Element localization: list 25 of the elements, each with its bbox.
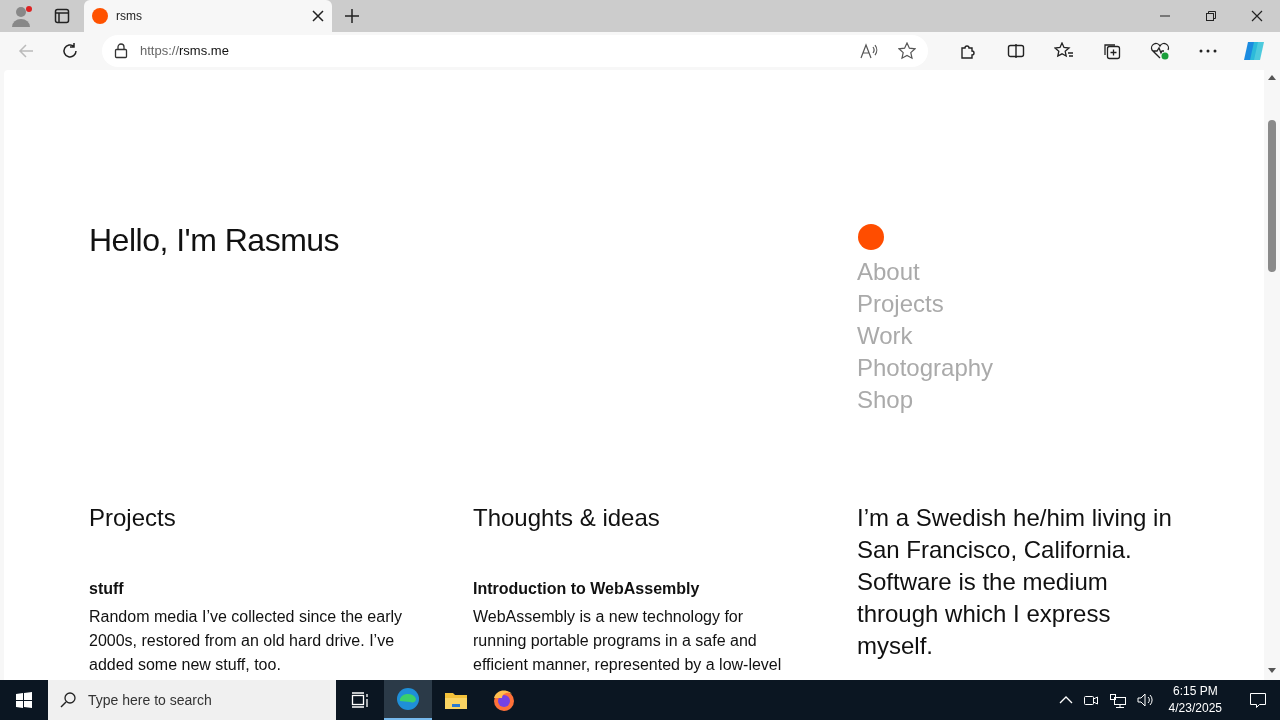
favicon-icon: [92, 8, 108, 24]
clock-date[interactable]: 4/23/2025: [1168, 700, 1222, 717]
search-icon: [60, 692, 76, 708]
item-description: Random media I’ve collected since the early 2000s, restored from an old hard drive. I’ve added some new stuff, too.: [89, 607, 404, 675]
edge-icon[interactable]: [384, 680, 432, 720]
logo-dot[interactable]: [858, 224, 884, 250]
close-icon[interactable]: [312, 10, 324, 22]
tab-title: rsms: [116, 8, 143, 25]
item-title-link[interactable]: stuff: [89, 578, 473, 600]
lock-icon[interactable]: [114, 43, 128, 59]
chevron-up-icon[interactable]: [1058, 696, 1073, 704]
volume-icon[interactable]: [1136, 692, 1155, 708]
item-description: WebAssembly is a new technology for running portable programs in a safe and efficient manner, represented by a low-level: [473, 607, 783, 675]
section-heading: Thoughts & ideas: [473, 503, 661, 533]
browser-tab[interactable]: rsms: [84, 0, 332, 32]
taskbar-search-field[interactable]: Type here to search: [48, 680, 336, 720]
scrollbar-thumb[interactable]: [1268, 120, 1276, 272]
read-aloud-icon[interactable]: [860, 43, 878, 59]
item-title-link[interactable]: Introduction to WebAssembly: [473, 578, 857, 600]
page-heading: Hello, I'm Rasmus: [89, 221, 341, 258]
section-heading: Projects: [89, 503, 177, 533]
favorite-star-icon[interactable]: [898, 42, 916, 60]
bio-text: I’m a Swedish he/him living in San Francisco, California. Software is the medium through which I express myself.: [857, 503, 1173, 661]
network-icon[interactable]: [1108, 692, 1127, 708]
clock-time[interactable]: 6:15 PM: [1168, 683, 1222, 700]
